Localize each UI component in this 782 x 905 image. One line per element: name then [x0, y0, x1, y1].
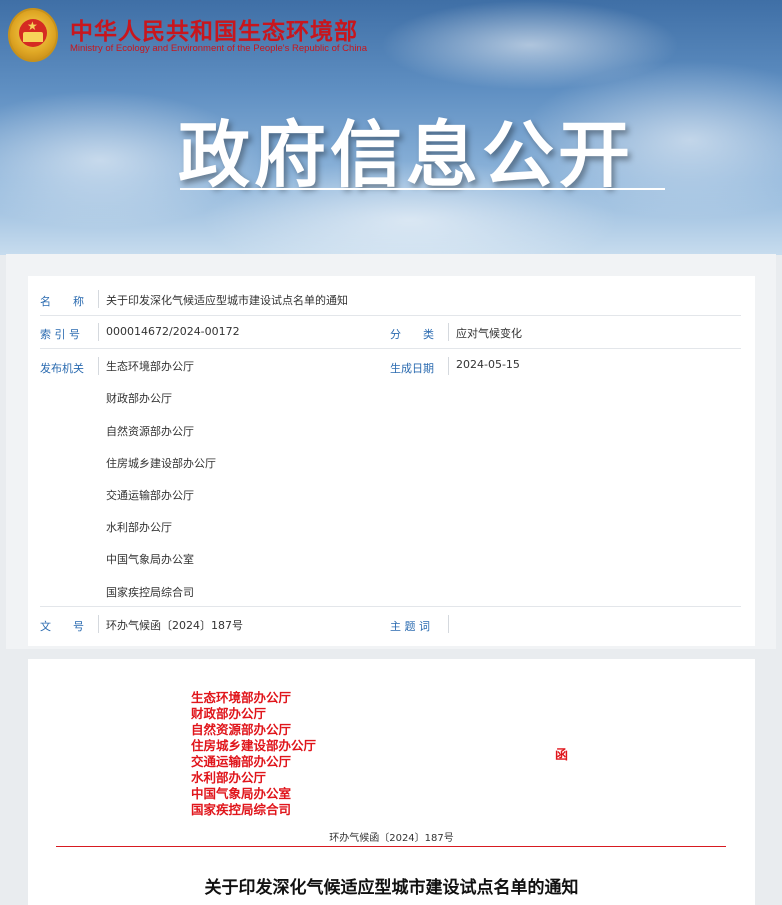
name-value: 关于印发深化气候适应型城市建设试点名单的通知 — [106, 294, 348, 307]
issuer-item: 财政部办公厅 — [106, 392, 172, 405]
docno-value: 环办气候函〔2024〕187号 — [106, 619, 243, 632]
issuer-item: 交通运输部办公厅 — [106, 489, 194, 502]
issuer-label: 发布机关 — [40, 362, 84, 375]
issuer-item: 自然资源部办公厅 — [106, 425, 194, 438]
red-divider — [56, 846, 726, 847]
info-card: 名 称 关于印发深化气候适应型城市建设试点名单的通知 索 引 号 0000146… — [28, 276, 755, 646]
date-value: 2024-05-15 — [456, 358, 520, 371]
issuer-item: 中国气象局办公室 — [106, 553, 194, 566]
issuer-item: 国家疾控局综合司 — [106, 586, 194, 599]
docno-label: 文 号 — [40, 620, 84, 633]
document-card: 生态环境部办公厅 财政部办公厅 自然资源部办公厅 住房城乡建设部办公厅 交通运输… — [28, 659, 755, 905]
banner-title: 政府信息公开 — [178, 113, 635, 197]
issuer-item: 生态环境部办公厅 — [106, 360, 194, 373]
ministry-name-cn[interactable]: 中华人民共和国生态环境部 — [70, 12, 358, 46]
subject-label: 主 题 词 — [390, 620, 430, 633]
issuer-item: 住房城乡建设部办公厅 — [106, 457, 216, 470]
header-banner: ★ 中华人民共和国生态环境部 Ministry of Ecology and E… — [0, 0, 782, 255]
separator — [98, 290, 99, 308]
date-label: 生成日期 — [390, 362, 434, 375]
separator — [98, 323, 99, 341]
row-divider — [40, 606, 741, 607]
row-divider — [40, 348, 741, 349]
separator — [98, 357, 99, 375]
separator — [448, 323, 449, 341]
name-label: 名 称 — [40, 295, 84, 308]
issuer-item: 水利部办公厅 — [106, 521, 172, 534]
row-divider — [40, 315, 741, 316]
national-emblem-icon[interactable]: ★ — [8, 8, 58, 62]
index-label: 索 引 号 — [40, 328, 80, 341]
ministry-name-en[interactable]: Ministry of Ecology and Environment of t… — [70, 43, 367, 54]
document-number: 环办气候函〔2024〕187号 — [329, 833, 454, 844]
separator — [98, 615, 99, 633]
document-title: 关于印发深化气候适应型城市建设试点名单的通知 — [204, 878, 579, 898]
separator — [448, 615, 449, 633]
index-value: 000014672/2024-00172 — [106, 325, 240, 338]
category-label: 分 类 — [390, 328, 434, 341]
separator — [448, 357, 449, 375]
banner-divider — [180, 188, 665, 190]
letter-mark: 函 — [555, 748, 569, 763]
recipient-line: 国家疾控局综合司 — [191, 802, 292, 817]
category-value: 应对气候变化 — [456, 327, 522, 340]
